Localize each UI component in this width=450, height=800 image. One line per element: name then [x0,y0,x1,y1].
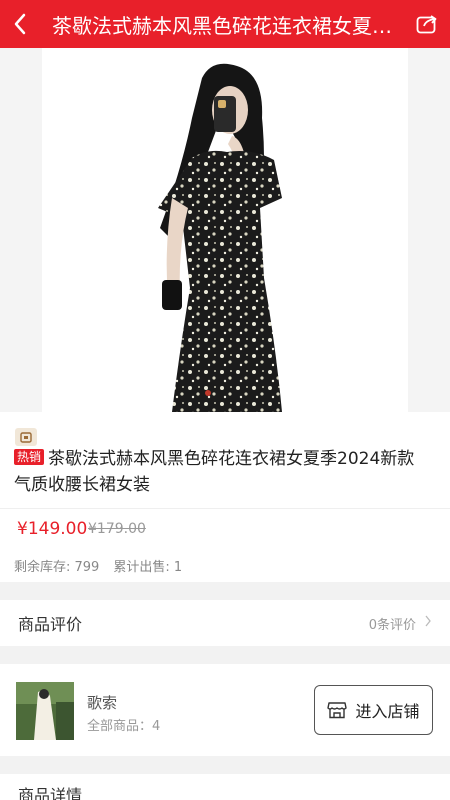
divider [0,508,450,509]
chevron-right-icon [424,615,432,631]
store-icon [327,702,348,719]
shop-badge-icon [15,428,37,446]
product-photo [42,48,408,412]
page-title: 茶歇法式赫本风黑色碎花连衣裙女夏季2024新款气质收腰长裙女装 [52,13,404,38]
total-sold: 累计出售: 1 [113,560,183,575]
reviews-label: 商品评价 [18,615,83,634]
enter-store-label: 进入店铺 [355,702,420,721]
product-title: 热销 茶歇法式赫本风黑色碎花连衣裙女夏季2024新款气质收腰长裙女装 [14,446,430,498]
share-icon [416,15,437,34]
back-button[interactable] [0,0,40,48]
enter-store-button[interactable]: 进入店铺 [314,685,433,735]
store-card: 歌索 全部商品：4 进入店铺 [0,664,450,756]
original-price: ¥179.00 [88,521,146,537]
stock-info: 剩余库存: 799 累计出售: 1 [14,556,196,575]
top-bar: 茶歇法式赫本风黑色碎花连衣裙女夏季2024新款气质收腰长裙女装 [0,0,450,48]
reviews-count: 0条评价 [368,617,416,633]
hot-badge: 热销 [14,449,45,465]
product-image[interactable] [0,48,450,412]
details-label: 商品详情 [18,786,83,800]
store-name: 歌索 [87,694,118,712]
product-name-text: 茶歇法式赫本风黑色碎花连衣裙女夏季2024新款气质收腰长裙女装 [14,449,415,495]
store-avatar[interactable] [16,682,74,740]
current-price: ¥149.00 [17,519,88,539]
chevron-left-icon [14,13,26,35]
share-button[interactable] [404,0,450,48]
store-products-count: 全部商品：4 [87,719,161,734]
product-info: 热销 茶歇法式赫本风黑色碎花连衣裙女夏季2024新款气质收腰长裙女装 ¥149.0… [0,412,450,582]
details-section: 商品详情 [0,774,450,800]
reviews-row[interactable]: 商品评价 0条评价 [0,600,450,646]
model-illustration [158,63,282,412]
stock-remaining: 剩余库存: 799 [14,560,100,575]
